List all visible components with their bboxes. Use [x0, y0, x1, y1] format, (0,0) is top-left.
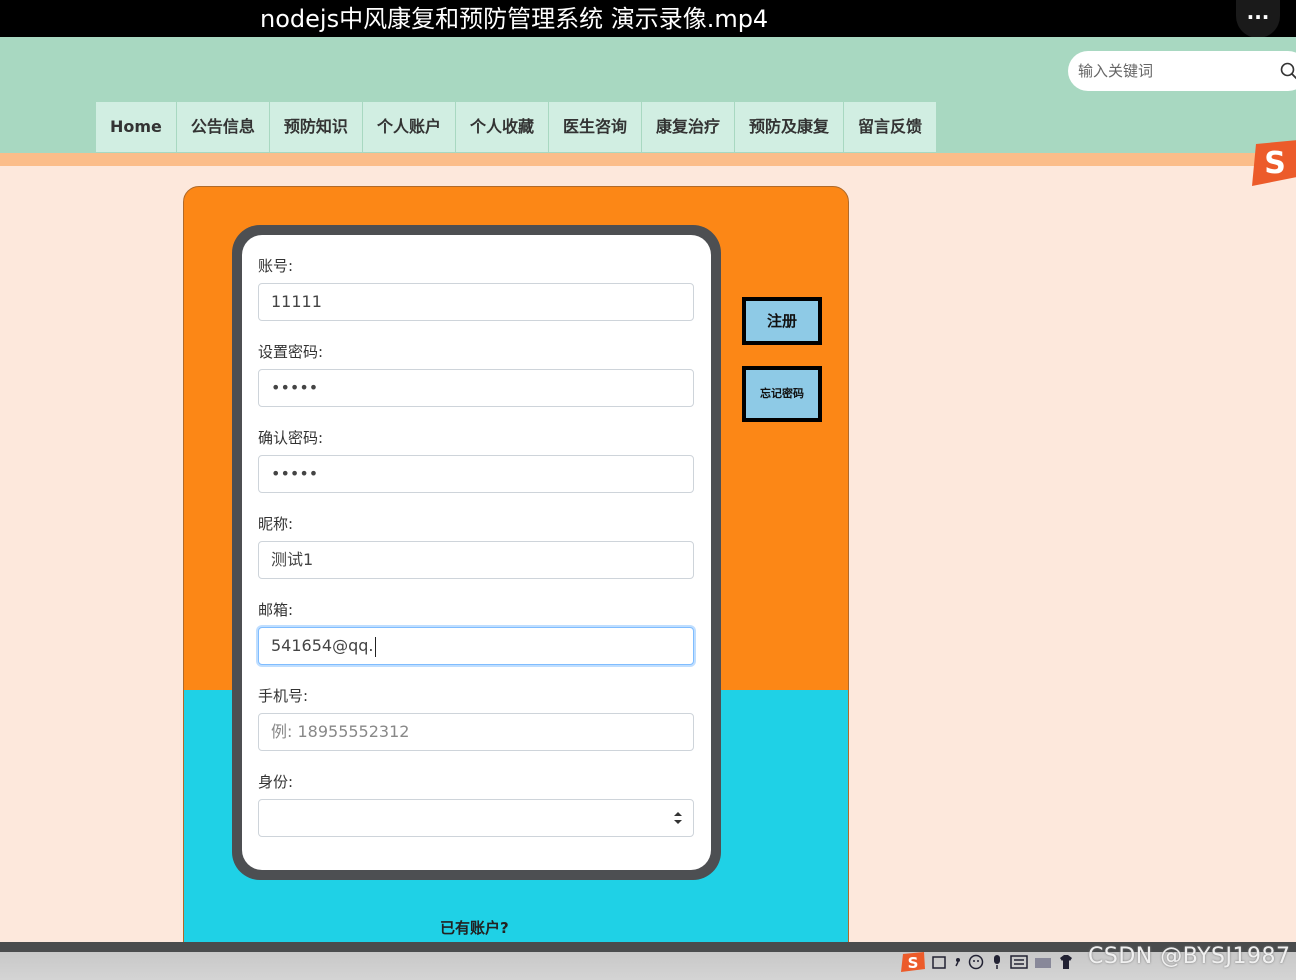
watermark-text: CSDN @BYSJ1987	[1088, 944, 1291, 969]
nickname-field[interactable]: 测试1	[258, 541, 694, 579]
text-caret	[375, 636, 377, 657]
email-field[interactable]: 541654@qq.	[258, 627, 694, 665]
email-label: 邮箱:	[258, 601, 294, 619]
nav-item-prevention-rehab[interactable]: 预防及康复	[735, 102, 845, 152]
skin-icon[interactable]	[1058, 954, 1074, 970]
search-box[interactable]	[1068, 51, 1296, 91]
account-label: 账号:	[258, 257, 294, 275]
svg-text:S: S	[1264, 146, 1286, 181]
video-title-bar: nodejs中风康复和预防管理系统 演示录像.mp4 ···	[0, 0, 1296, 38]
select-arrows-icon	[674, 812, 682, 824]
site-header: Home 公告信息 预防知识 个人账户 个人收藏 医生咨询 康复治疗 预防及康复…	[0, 37, 1296, 153]
more-options-button[interactable]: ···	[1236, 0, 1280, 38]
main-nav: Home 公告信息 预防知识 个人账户 个人收藏 医生咨询 康复治疗 预防及康复…	[95, 102, 938, 152]
role-select[interactable]	[258, 799, 694, 837]
have-account-text: 已有账户?	[440, 919, 509, 937]
punctuation-icon[interactable]	[954, 954, 962, 970]
form-frame: 账号: 11111 设置密码: ••••• 确认密码: ••••• 昵称: 测试…	[232, 225, 721, 880]
account-field[interactable]: 11111	[258, 283, 694, 321]
emoji-icon[interactable]	[968, 954, 984, 970]
nav-item-doctor-consult[interactable]: 医生咨询	[548, 102, 642, 152]
microphone-icon[interactable]	[990, 954, 1004, 970]
ime-toolbar: S	[900, 949, 1074, 975]
language-icon[interactable]	[932, 954, 948, 970]
register-button[interactable]: 注册	[742, 297, 822, 345]
header-stripe	[0, 153, 1296, 166]
password-label: 设置密码:	[258, 343, 324, 361]
search-input[interactable]	[1078, 59, 1268, 83]
confirm-password-label: 确认密码:	[258, 429, 324, 447]
confirm-password-field[interactable]: •••••	[258, 455, 694, 493]
nav-item-prevention-knowledge[interactable]: 预防知识	[269, 102, 363, 152]
nav-item-personal-account[interactable]: 个人账户	[362, 102, 456, 152]
role-label: 身份:	[258, 773, 294, 791]
register-card: 账号: 11111 设置密码: ••••• 确认密码: ••••• 昵称: 测试…	[183, 186, 849, 946]
nav-item-announcements[interactable]: 公告信息	[176, 102, 270, 152]
nav-item-feedback[interactable]: 留言反馈	[844, 102, 938, 152]
password-field[interactable]: •••••	[258, 369, 694, 407]
sogou-ime-icon[interactable]: S	[1248, 140, 1296, 186]
nav-item-home[interactable]: Home	[95, 102, 177, 152]
keyboard-icon[interactable]	[1010, 955, 1028, 969]
nav-item-rehab-treatment[interactable]: 康复治疗	[641, 102, 735, 152]
sogou-small-icon[interactable]: S	[900, 951, 926, 973]
phone-label: 手机号:	[258, 687, 309, 705]
nickname-label: 昵称:	[258, 515, 294, 533]
register-form: 账号: 11111 设置密码: ••••• 确认密码: ••••• 昵称: 测试…	[242, 235, 711, 870]
phone-field[interactable]: 例: 18955552312	[258, 713, 694, 751]
forgot-password-button[interactable]: 忘记密码	[742, 366, 822, 422]
svg-text:S: S	[908, 954, 919, 972]
email-value: 541654@qq.	[271, 636, 374, 655]
nav-item-favorites[interactable]: 个人收藏	[455, 102, 549, 152]
video-title: nodejs中风康复和预防管理系统 演示录像.mp4	[260, 5, 769, 33]
toolbox-icon[interactable]	[1034, 955, 1052, 969]
search-icon[interactable]	[1280, 62, 1296, 80]
